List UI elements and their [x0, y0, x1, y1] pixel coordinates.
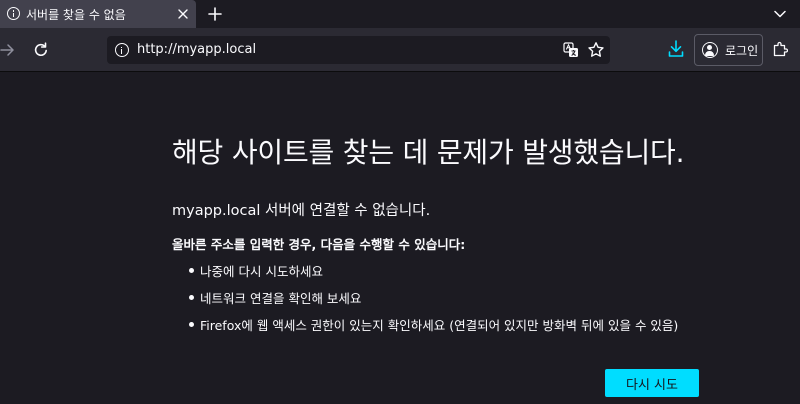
- login-label: 로그인: [725, 44, 759, 58]
- navigation-toolbar: http://myapp.local 로그인: [0, 28, 800, 72]
- suggestions-list: 나중에 다시 시도하세요 네트워크 연결을 확인해 보세요 Firefox에 웹…: [172, 261, 792, 342]
- list-item: 나중에 다시 시도하세요: [172, 261, 792, 288]
- back-arrow-icon[interactable]: [0, 42, 16, 58]
- reload-icon[interactable]: [32, 41, 50, 59]
- suggestions-heading: 올바른 주소를 입력한 경우, 다음을 수행할 수 있습니다:: [172, 237, 466, 252]
- close-icon[interactable]: [176, 7, 190, 21]
- account-icon: [702, 42, 718, 58]
- chevron-down-icon[interactable]: [774, 8, 786, 20]
- error-page: 해당 사이트를 찾는 데 문제가 발생했습니다. myapp.local 서버에…: [0, 73, 800, 404]
- url-text[interactable]: http://myapp.local: [137, 42, 256, 57]
- list-item: 네트워크 연결을 확인해 보세요: [172, 288, 792, 315]
- download-icon[interactable]: [668, 40, 684, 58]
- list-item: Firefox에 웹 액세스 권한이 있는지 확인하세요 (연결되어 있지만 방…: [172, 315, 792, 342]
- tab-title: 서버를 찾을 수 없음: [26, 8, 126, 22]
- page-title: 해당 사이트를 찾는 데 문제가 발생했습니다.: [172, 136, 685, 169]
- info-icon[interactable]: [115, 43, 129, 57]
- info-icon: [7, 7, 20, 20]
- extensions-icon[interactable]: [772, 41, 788, 57]
- url-bar[interactable]: http://myapp.local: [107, 36, 610, 64]
- error-description: myapp.local 서버에 연결할 수 없습니다.: [172, 203, 431, 219]
- tab-strip: 서버를 찾을 수 없음: [0, 0, 800, 28]
- login-button[interactable]: 로그인: [694, 34, 763, 66]
- tab-active[interactable]: 서버를 찾을 수 없음: [0, 0, 196, 28]
- retry-button[interactable]: 다시 시도: [605, 369, 699, 397]
- star-icon[interactable]: [587, 41, 605, 59]
- plus-icon[interactable]: [207, 6, 223, 22]
- translate-icon[interactable]: [563, 42, 579, 58]
